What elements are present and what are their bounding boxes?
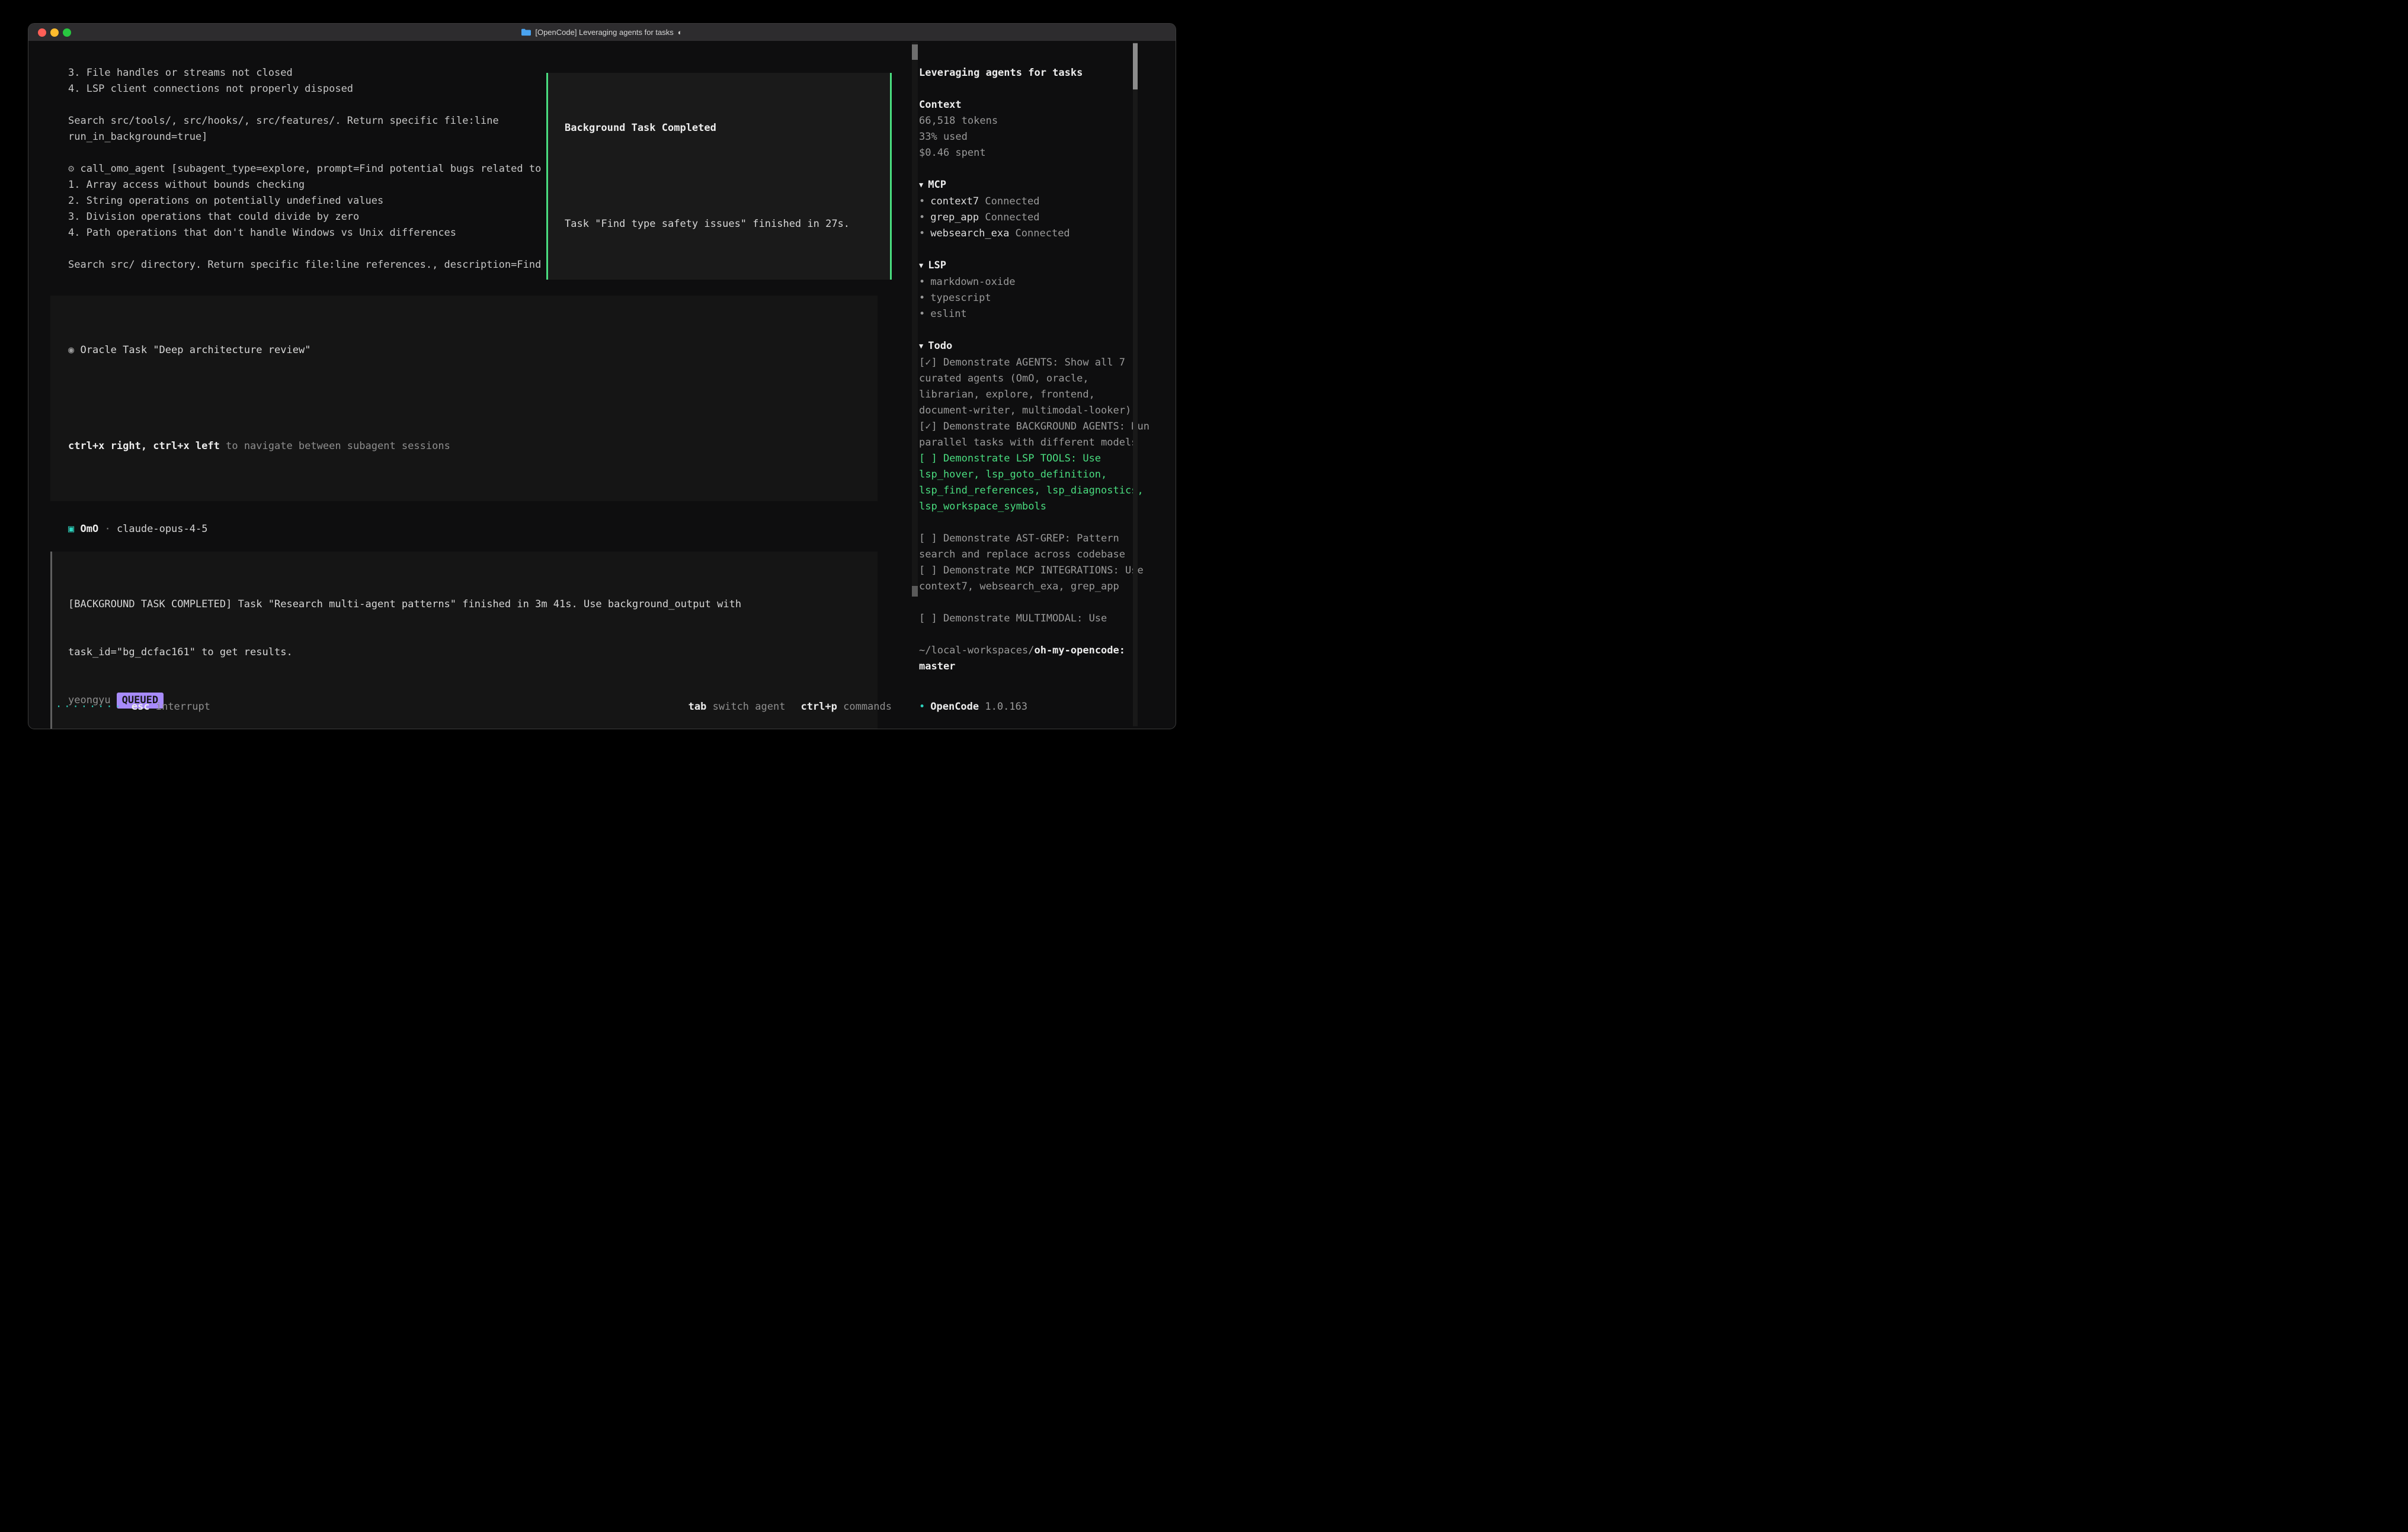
agent-model: claude-opus-4-5 xyxy=(117,523,208,535)
window-title: [OpenCode] Leveraging agents for tasks xyxy=(535,24,673,41)
context-tokens: 66,518 tokens xyxy=(919,113,1155,129)
session-spinner-icon: ◐ xyxy=(678,24,683,41)
bullet-icon: • xyxy=(919,227,925,239)
interrupt-label: interrupt xyxy=(150,701,210,713)
opencode-version: •OpenCode 1.0.163 xyxy=(919,699,1027,715)
mcp-item: •grep_app Connected xyxy=(919,210,1155,226)
agent-header: ▣ OmO · claude-opus-4-5 xyxy=(50,521,878,537)
bullet-icon: • xyxy=(919,195,925,207)
scrollbar-thumb[interactable] xyxy=(1133,43,1138,89)
scrollbar-thumb[interactable] xyxy=(912,44,918,60)
bullet-icon: • xyxy=(919,308,925,320)
toast-body: Task "Find type safety issues" finished … xyxy=(565,216,873,232)
workspace-path: ~/local-workspaces/oh-my-opencode: xyxy=(919,643,1155,659)
message-text: task_id="bg_dcfac161" to get results. xyxy=(68,645,862,661)
todo-item: [✓] Demonstrate BACKGROUND AGENTS: Run p… xyxy=(919,419,1155,451)
repo-name: oh-my-opencode: xyxy=(1034,645,1125,656)
chevron-down-icon: ▼ xyxy=(919,338,923,354)
main-scrollbar[interactable] xyxy=(912,42,918,597)
bullet-icon: • xyxy=(919,276,925,288)
oracle-icon: ◉ xyxy=(68,344,74,356)
lsp-item: •markdown-oxide xyxy=(919,274,1155,290)
gear-icon: ⚙ xyxy=(68,163,74,175)
bullet-icon: • xyxy=(919,701,925,713)
spinner-dots: ········ xyxy=(56,701,123,713)
zoom-button[interactable] xyxy=(63,28,71,37)
bullet-icon: • xyxy=(919,211,925,223)
lsp-item: •typescript xyxy=(919,290,1155,306)
todo-item: [ ] Demonstrate AST-GREP: Pattern search… xyxy=(919,531,1155,563)
context-heading: Context xyxy=(919,97,1155,113)
lsp-item: •eslint xyxy=(919,306,1155,322)
close-button[interactable] xyxy=(38,28,46,37)
sidebar-title: Leveraging agents for tasks xyxy=(919,65,1155,81)
oracle-hint: ctrl+x right, ctrl+x left to navigate be… xyxy=(68,438,860,454)
agent-icon: ▣ xyxy=(68,523,74,535)
folder-icon xyxy=(521,28,531,36)
todo-item-active: [ ] Demonstrate LSP TOOLS: Use lsp_hover… xyxy=(919,451,1155,515)
minimize-button[interactable] xyxy=(50,28,59,37)
switch-agent-label: switch agent xyxy=(706,701,785,713)
mcp-item: •websearch_exa Connected xyxy=(919,226,1155,242)
chevron-down-icon: ▼ xyxy=(919,177,923,193)
todo-item: [✓] Demonstrate AGENTS: Show all 7 curat… xyxy=(919,355,1155,419)
mcp-item: •context7 Connected xyxy=(919,194,1155,210)
branch-label: master xyxy=(919,659,1155,675)
ctrlp-key-hint: ctrl+p xyxy=(800,701,837,713)
oracle-task-panel: ◉ Oracle Task "Deep architecture review"… xyxy=(50,296,878,501)
toast-title: Background Task Completed xyxy=(565,120,873,136)
lsp-section-header[interactable]: ▼LSP xyxy=(919,258,1155,274)
commands-label: commands xyxy=(837,701,892,713)
todo-section-header[interactable]: ▼Todo xyxy=(919,338,1155,355)
todo-item: [ ] Demonstrate MCP INTEGRATIONS: Use co… xyxy=(919,563,1155,595)
message-text: [BACKGROUND TASK COMPLETED] Task "Resear… xyxy=(68,597,862,613)
hint-text: to navigate between subagent sessions xyxy=(220,440,450,452)
sidebar-scrollbar[interactable] xyxy=(1133,42,1138,726)
mcp-section-header[interactable]: ▼MCP xyxy=(919,177,1155,194)
esc-key-hint: esc xyxy=(132,701,150,713)
hint-keys: ctrl+x right, ctrl+x left xyxy=(68,440,220,452)
separator: · xyxy=(98,523,117,535)
scrollbar-thumb[interactable] xyxy=(912,586,918,597)
oracle-title: Oracle Task "Deep architecture review" xyxy=(81,344,311,356)
background-task-toast[interactable]: Background Task Completed Task "Find typ… xyxy=(546,73,892,280)
context-used: 33% used xyxy=(919,129,1155,145)
titlebar: [OpenCode] Leveraging agents for tasks ◐ xyxy=(28,24,1176,41)
chevron-down-icon: ▼ xyxy=(919,258,923,274)
context-spent: $0.46 spent xyxy=(919,145,1155,161)
app-window: [OpenCode] Leveraging agents for tasks ◐… xyxy=(28,23,1176,729)
bullet-icon: • xyxy=(919,292,925,304)
agent-name: OmO xyxy=(81,523,99,535)
traffic-lights xyxy=(38,24,71,41)
status-bar: ········ esc interrupt tab switch agent ct… xyxy=(56,699,892,715)
tab-key-hint: tab xyxy=(689,701,707,713)
todo-item: [ ] Demonstrate MULTIMODAL: Use xyxy=(919,611,1155,627)
